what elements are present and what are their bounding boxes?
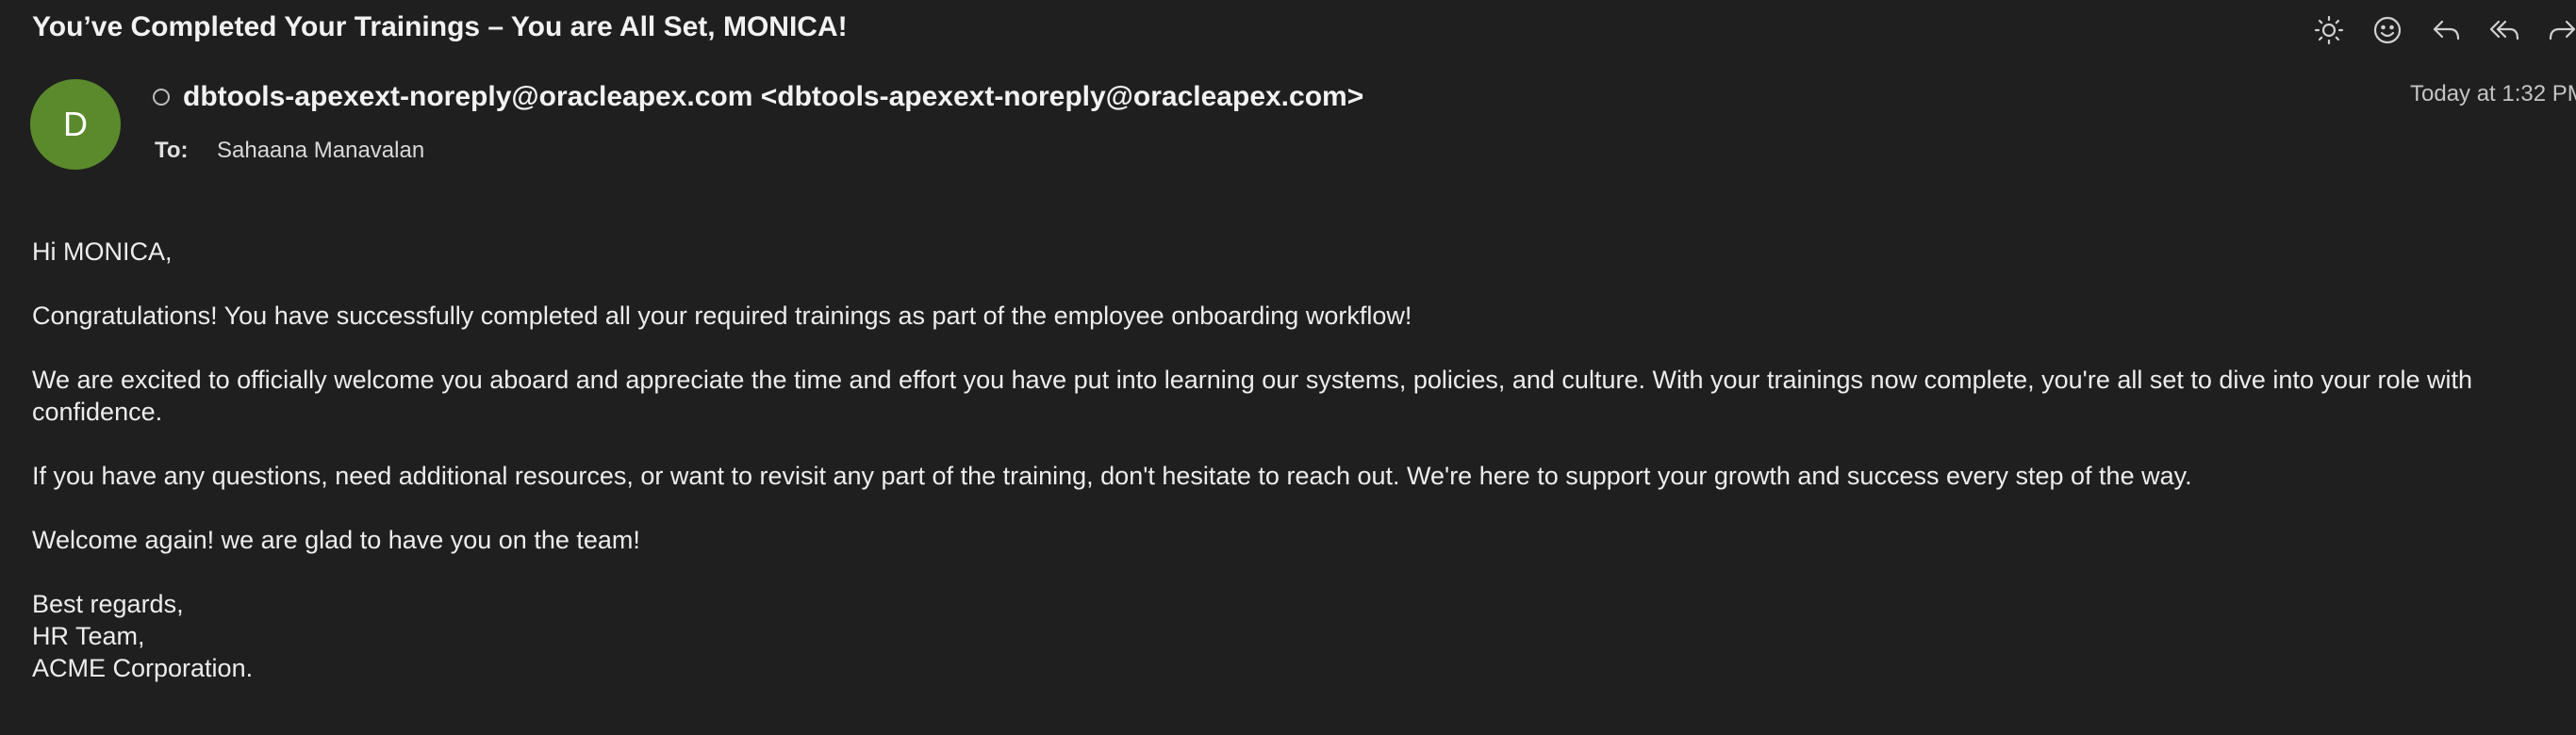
email-subject: You’ve Completed Your Trainings – You ar… — [32, 11, 848, 42]
body-paragraph: If you have any questions, need addition… — [32, 462, 2192, 490]
avatar-initial: D — [63, 105, 88, 143]
body-paragraph: Congratulations! You have successfully c… — [32, 302, 1412, 330]
signature-line: ACME Corporation. — [32, 654, 254, 682]
reply-all-icon[interactable] — [2485, 11, 2523, 49]
signature-line: Best regards, — [32, 590, 184, 618]
email-body: Hi MONICA, Congratulations! You have suc… — [32, 236, 2559, 684]
sender-address[interactable]: dbtools-apexext-noreply@oracleapex.com <… — [183, 81, 1363, 113]
avatar: D — [30, 79, 121, 170]
body-paragraph: We are excited to officially welcome you… — [32, 366, 2473, 426]
signature-line: HR Team, — [32, 622, 145, 650]
emoji-icon[interactable] — [2369, 11, 2406, 49]
forward-icon[interactable] — [2544, 11, 2576, 49]
timestamp: Today at 1:32 PM — [2410, 81, 2576, 106]
message-toolbar — [2310, 11, 2576, 49]
reply-icon[interactable] — [2427, 11, 2465, 49]
unread-status-icon[interactable] — [153, 89, 170, 106]
signature: Best regards, HR Team, ACME Corporation. — [32, 588, 2559, 684]
brightness-icon[interactable] — [2310, 11, 2348, 49]
greeting: Hi MONICA, — [32, 237, 173, 266]
to-label: To: — [155, 138, 189, 163]
body-paragraph: Welcome again! we are glad to have you o… — [32, 526, 640, 554]
recipient-name[interactable]: Sahaana Manavalan — [217, 138, 424, 164]
